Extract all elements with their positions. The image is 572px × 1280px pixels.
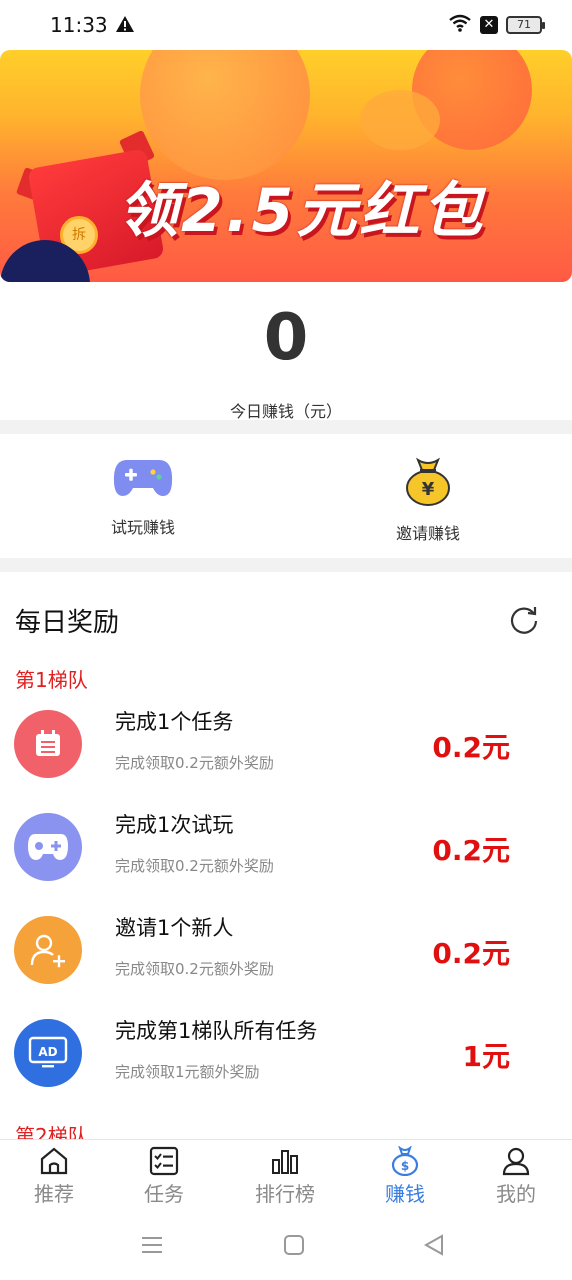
task-reward: 0.2元 bbox=[432, 937, 510, 970]
gamepad-icon bbox=[14, 813, 82, 881]
banner-decoration bbox=[360, 90, 440, 150]
trial-earn-entry[interactable]: 试玩赚钱 bbox=[43, 456, 243, 538]
user-icon bbox=[501, 1146, 531, 1176]
nav-item-tasks[interactable]: 任务 bbox=[114, 1146, 214, 1207]
task-reward: 0.2元 bbox=[432, 731, 510, 764]
earnings-value: 0 bbox=[263, 301, 309, 375]
menu-icon[interactable] bbox=[140, 1233, 164, 1257]
home-icon bbox=[39, 1146, 69, 1176]
money-bag-icon: ¥ bbox=[404, 457, 452, 510]
divider bbox=[0, 558, 572, 572]
home-button-icon[interactable] bbox=[282, 1233, 306, 1257]
nav-item-earn[interactable]: $ 赚钱 bbox=[355, 1145, 455, 1207]
invite-earn-entry[interactable]: ¥ 邀请赚钱 bbox=[328, 456, 528, 544]
back-icon[interactable] bbox=[422, 1233, 446, 1257]
add-user-icon bbox=[14, 916, 82, 984]
alert-icon bbox=[116, 16, 134, 36]
nav-item-recommend[interactable]: 推荐 bbox=[4, 1146, 104, 1207]
calendar-icon bbox=[14, 710, 82, 778]
banner-decoration bbox=[140, 50, 310, 180]
task-name: 邀请1个新人 bbox=[115, 916, 234, 940]
task-name: 完成1个任务 bbox=[115, 710, 234, 734]
money-bag-symbol: ¥ bbox=[422, 479, 435, 500]
status-time: 11:33 bbox=[50, 13, 108, 37]
nav-label: 推荐 bbox=[34, 1182, 74, 1206]
task-name: 完成第1梯队所有任务 bbox=[115, 1019, 318, 1043]
task-row[interactable]: AD 完成第1梯队所有任务 完成领取1元额外奖励 1元 bbox=[0, 1013, 572, 1113]
daily-reward-section: 每日奖励 第1梯队 完成1个任务 完成领取0.2元额外奖励 0.2元 完成1次试… bbox=[0, 572, 572, 1140]
nav-label: 排行榜 bbox=[255, 1182, 315, 1206]
money-bag-icon: $ bbox=[390, 1145, 420, 1177]
ad-icon: AD bbox=[14, 1019, 82, 1087]
system-nav bbox=[0, 1209, 572, 1280]
quick-entries: 试玩赚钱 ¥ 邀请赚钱 bbox=[0, 434, 572, 558]
task-desc: 完成领取0.2元额外奖励 bbox=[115, 754, 274, 772]
trial-earn-label: 试玩赚钱 bbox=[110, 518, 175, 537]
nav-label: 赚钱 bbox=[385, 1182, 425, 1206]
task-reward: 1元 bbox=[462, 1040, 510, 1073]
bottom-nav: 推荐 任务 排行榜 $ 赚钱 我的 bbox=[0, 1139, 572, 1209]
task-row[interactable]: 完成1个任务 完成领取0.2元额外奖励 0.2元 bbox=[0, 704, 572, 804]
svg-text:$: $ bbox=[401, 1159, 409, 1173]
nav-item-leaderboard[interactable]: 排行榜 bbox=[235, 1146, 335, 1207]
task-desc: 完成领取0.2元额外奖励 bbox=[115, 857, 274, 875]
earnings-label: 今日赚钱（元） bbox=[229, 402, 342, 421]
gamepad-icon bbox=[113, 460, 173, 504]
task-row[interactable]: 完成1次试玩 完成领取0.2元额外奖励 0.2元 bbox=[0, 807, 572, 907]
tier-label: 第1梯队 bbox=[15, 668, 88, 692]
nav-label: 任务 bbox=[144, 1182, 184, 1206]
nav-item-mine[interactable]: 我的 bbox=[466, 1146, 566, 1207]
today-earnings: 0 今日赚钱（元） bbox=[0, 296, 572, 421]
ad-icon-text: AD bbox=[38, 1045, 57, 1059]
wifi-icon bbox=[448, 14, 472, 36]
nav-label: 我的 bbox=[496, 1182, 536, 1206]
divider bbox=[0, 420, 572, 434]
task-desc: 完成领取1元额外奖励 bbox=[115, 1063, 260, 1081]
close-box-icon: ✕ bbox=[480, 16, 498, 34]
tier-label: 第2梯队 bbox=[15, 1124, 88, 1140]
refresh-icon[interactable] bbox=[508, 604, 540, 636]
bar-chart-icon bbox=[270, 1146, 300, 1176]
task-name: 完成1次试玩 bbox=[115, 813, 234, 837]
battery-icon: 71 bbox=[506, 16, 545, 34]
invite-earn-label: 邀请赚钱 bbox=[395, 524, 460, 543]
promo-banner[interactable]: 拆 领2.5元红包 bbox=[0, 50, 572, 282]
banner-title: 领2.5元红包 bbox=[118, 176, 486, 246]
status-bar: 11:33 ✕ 71 bbox=[0, 0, 572, 50]
task-reward: 0.2元 bbox=[432, 834, 510, 867]
task-row[interactable]: 邀请1个新人 完成领取0.2元额外奖励 0.2元 bbox=[0, 910, 572, 1010]
task-desc: 完成领取0.2元额外奖励 bbox=[115, 960, 274, 978]
daily-reward-title: 每日奖励 bbox=[15, 608, 120, 638]
checklist-icon bbox=[149, 1146, 179, 1176]
